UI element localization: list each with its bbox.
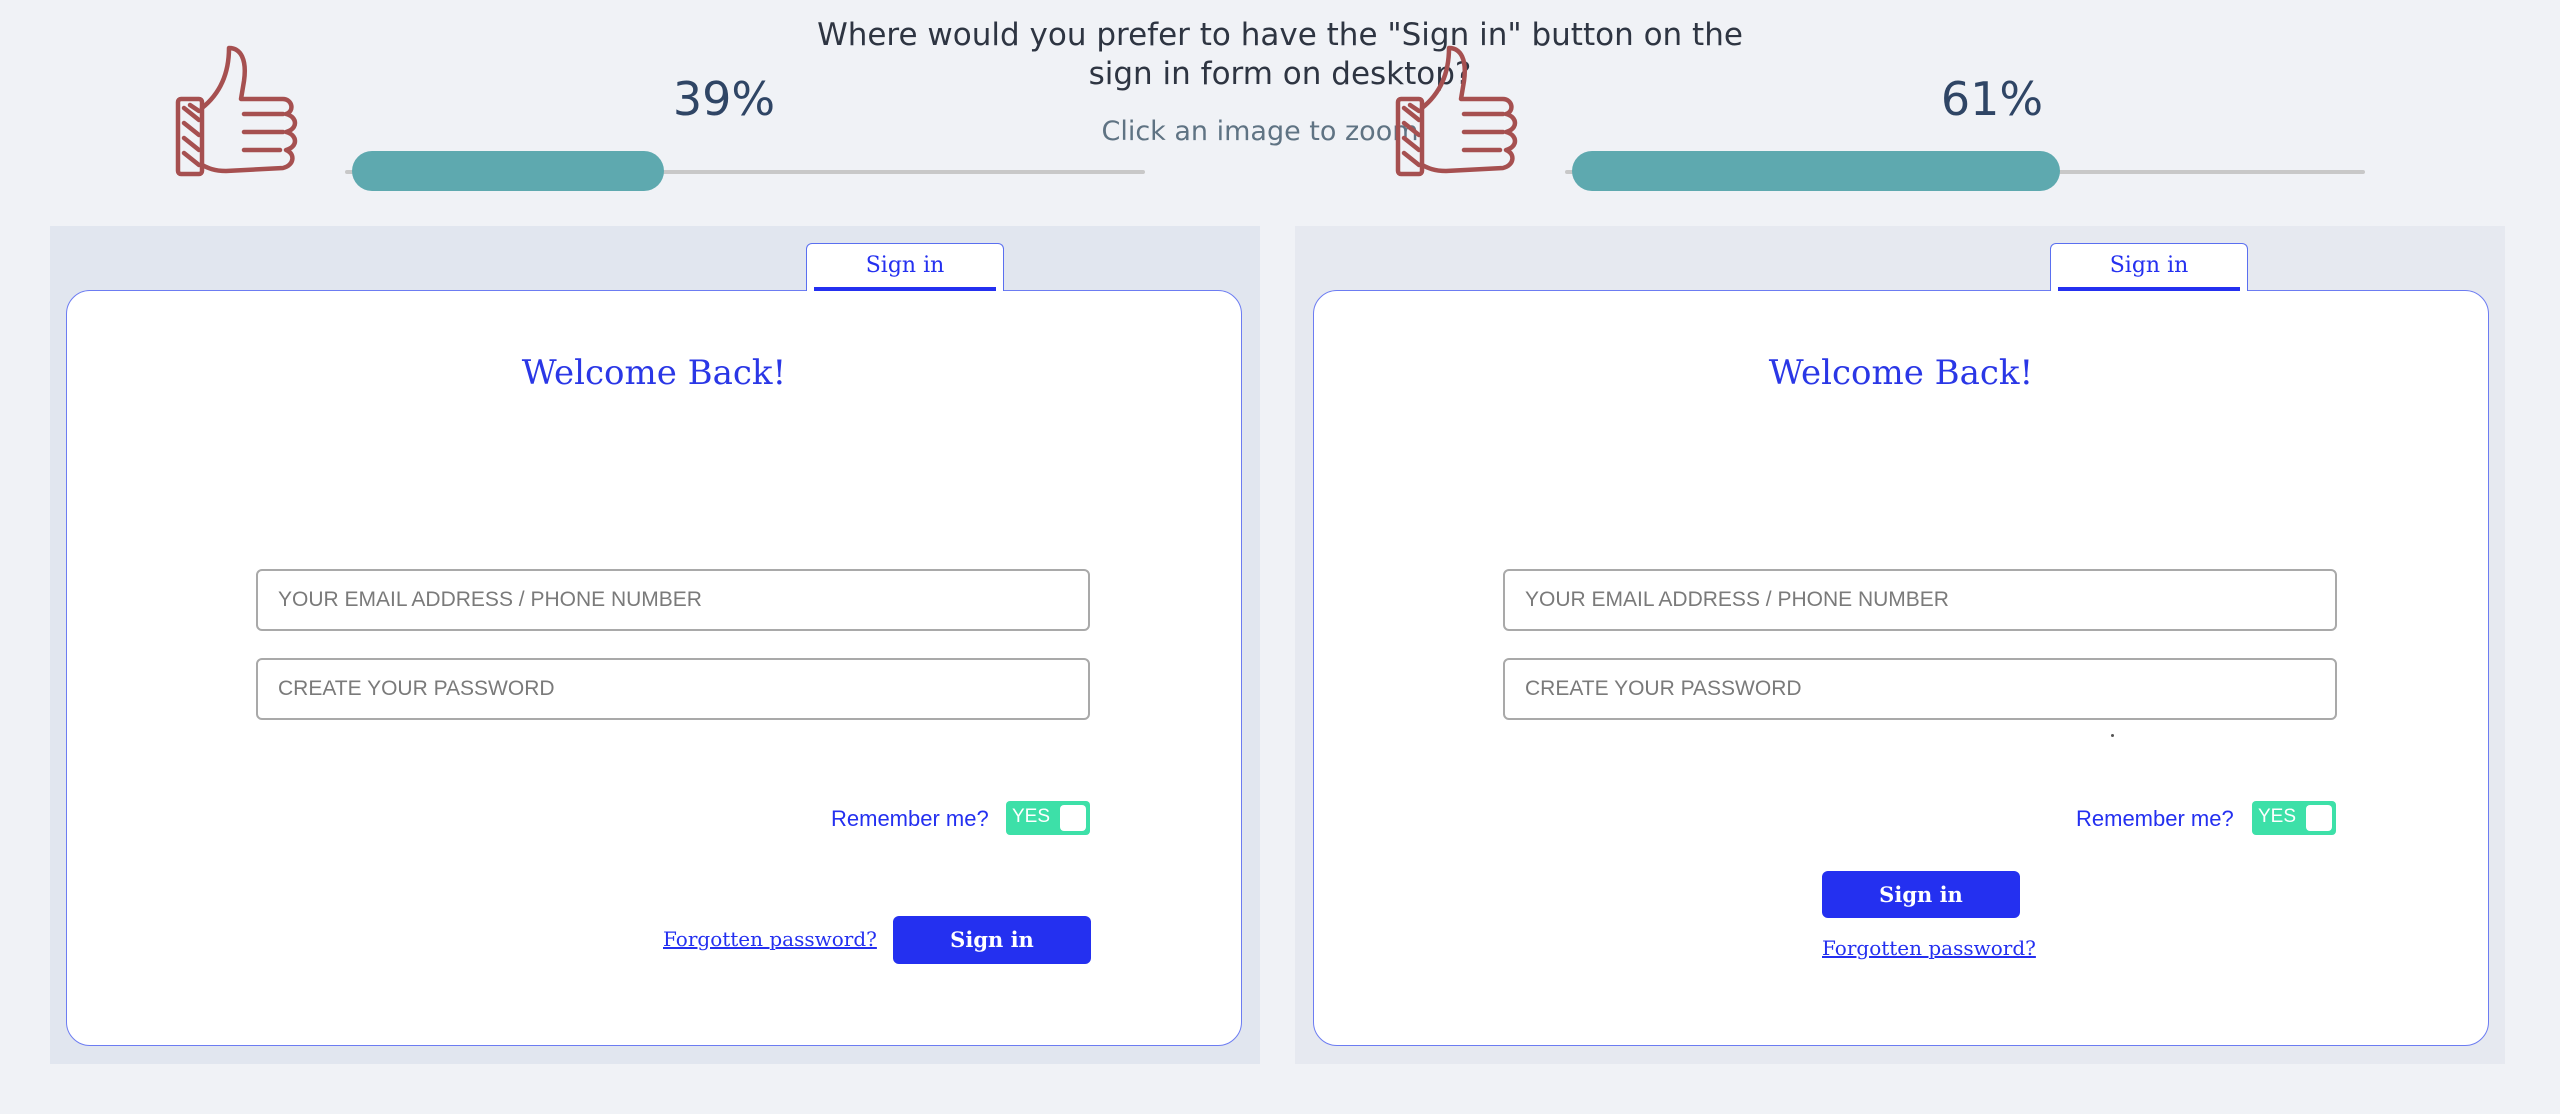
welcome-heading: Welcome Back! [1768,353,2034,393]
password-field[interactable] [256,658,1090,720]
survey-question: Where would you prefer to have the "Sign… [817,17,1743,92]
password-field[interactable] [1503,658,2337,720]
forgotten-password-link[interactable]: Forgotten password? [1822,936,2036,960]
remember-me-toggle[interactable]: YES [2252,801,2336,835]
email-field[interactable] [1503,569,2337,631]
toggle-label: YES [2258,806,2297,827]
toggle-label: YES [1012,806,1051,827]
remember-me-label: Remember me? [831,806,989,831]
remember-me-label: Remember me? [2076,806,2234,831]
welcome-heading: Welcome Back! [521,353,787,393]
tab-sign-in[interactable]: Sign in [806,243,1004,291]
email-field[interactable] [256,569,1090,631]
sign-in-button[interactable]: Sign in [893,916,1091,964]
toggle-knob [1060,805,1086,831]
thumbs-up-icon[interactable] [1392,42,1542,192]
result-percent-right: 61% [1940,72,2044,126]
sign-in-card: Welcome Back! Remember me? YES Sign in F… [1313,290,2489,1046]
option-image-left[interactable]: Sign in Welcome Back! Remember me? YES F… [50,226,1260,1064]
tab-label: Sign in [2109,253,2189,278]
option-image-right[interactable]: Sign in Welcome Back! Remember me? YES S… [1295,226,2505,1064]
toggle-knob [2306,805,2332,831]
forgotten-password-link[interactable]: Forgotten password? [663,927,877,951]
result-bar-left [352,151,664,191]
thumbs-up-icon[interactable] [172,42,322,192]
result-percent-left: 39% [672,72,776,126]
stray-dot [2111,734,2114,737]
tab-active-indicator [2058,287,2240,291]
sign-in-card: Welcome Back! Remember me? YES Forgotten… [66,290,1242,1046]
tab-active-indicator [814,287,996,291]
tab-label: Sign in [865,253,945,278]
result-bar-right [1572,151,2060,191]
tab-sign-in[interactable]: Sign in [2050,243,2248,291]
sign-in-button[interactable]: Sign in [1822,871,2020,918]
remember-me-toggle[interactable]: YES [1006,801,1090,835]
